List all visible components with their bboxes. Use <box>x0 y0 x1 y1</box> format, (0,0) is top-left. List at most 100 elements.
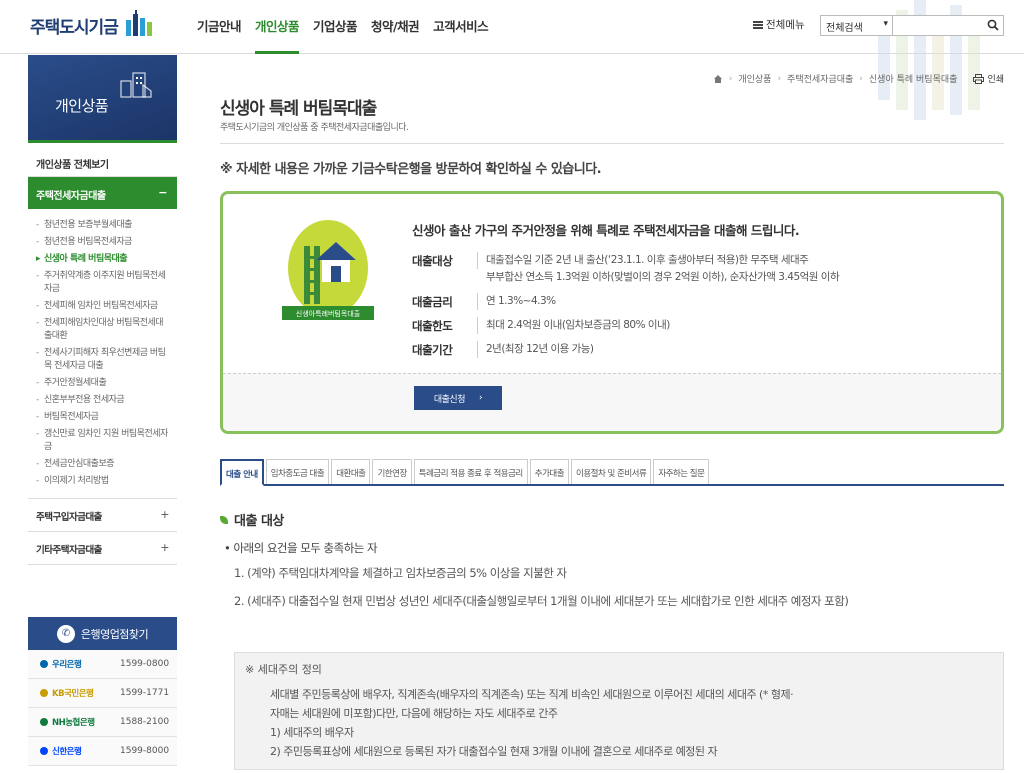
bank-name: KB국민은행 <box>40 687 120 699</box>
bank-row[interactable]: KB국민은행 1599-1771 <box>28 679 177 708</box>
search-input[interactable] <box>893 16 981 35</box>
print-icon <box>973 73 985 84</box>
info-row: 대출기간 2년(최장 12년 이용 가능) <box>412 341 839 358</box>
logo-text: 주택도시기금 <box>30 17 119 38</box>
tab-item[interactable]: 대환대출 <box>331 459 371 484</box>
visit-notice: ※ 자세한 내용은 가까운 기금수탁은행을 방문하여 확인하실 수 있습니다. <box>220 162 602 177</box>
sidebar-all-link[interactable]: 개인상품 전체보기 <box>28 143 177 177</box>
gnb-item[interactable]: 고객서비스 <box>433 16 489 54</box>
search-scope-select[interactable]: 전체검색 ▾ <box>820 15 893 36</box>
sidebar-sub-item[interactable]: 주거안정월세대출 <box>36 375 169 392</box>
sidebar-title: 개인상품 <box>55 97 109 115</box>
sidebar-category[interactable]: 기타주택자금대출 + <box>28 532 177 565</box>
bank-name-text: KB국민은행 <box>52 689 94 699</box>
info-row: 대출대상 대출접수일 기준 2년 내 출산(‘23.1.1. 이후 출생아부터 적… <box>412 252 840 286</box>
sidebar-sub-item[interactable]: 신혼부부전용 전세자금 <box>36 392 169 409</box>
sidebar-sub-item[interactable]: 버팀목전세자금 <box>36 409 169 426</box>
tab-item[interactable]: 추가대출 <box>529 459 570 484</box>
all-menu-label: 전체메뉴 <box>766 19 805 31</box>
product-headline: 신생아 출산 가구의 주거안정을 위해 특례로 주택전세자금을 대출해 드립니다… <box>412 223 800 238</box>
gnb-item[interactable]: 기업상품 <box>313 16 358 54</box>
expand-icon: + <box>160 508 169 521</box>
gnb-item[interactable]: 청약/채권 <box>371 16 420 54</box>
breadcrumb-item[interactable]: 신생아 특례 버팀목대출 <box>869 72 958 85</box>
bank-phone-number: 1599-8000 <box>120 746 170 756</box>
bank-name: 신한은행 <box>40 745 120 757</box>
tab-item[interactable]: 특례금리 적용 종료 후 적용금리 <box>413 459 528 484</box>
bank-row[interactable]: NH농협은행 1588-2100 <box>28 708 177 737</box>
print-button[interactable]: 인쇄 <box>973 72 1004 85</box>
search-box <box>893 15 1004 36</box>
info-row: 대출금리 연 1.3%~4.3% <box>412 293 839 310</box>
page-description: 주택도시기금의 개인상품 중 주택전세자금대출입니다. <box>220 123 409 133</box>
section-title: 대출 대상 <box>220 510 284 529</box>
bank-logo-icon <box>40 747 48 755</box>
breadcrumb-item[interactable]: 주택전세자금대출 <box>787 72 853 85</box>
info-label: 대출대상 <box>412 252 478 269</box>
requirement-intro: • 아래의 요건을 모두 충족하는 자 <box>224 541 378 555</box>
apply-loan-button[interactable]: 대출신청 › <box>414 386 502 410</box>
bank-finder-header[interactable]: ✆ 은행영업점찾기 <box>28 617 177 650</box>
requirement-item: 1. (계약) 주택임대차계약을 체결하고 임차보증금의 5% 이상을 지불한 … <box>234 566 567 580</box>
menu-icon <box>753 20 763 29</box>
gnb-item[interactable]: 기금안내 <box>197 16 242 54</box>
sidebar-category-active[interactable]: 주택전세자금대출 − <box>28 177 177 209</box>
sidebar-sub-item[interactable]: 전세사기피해자 최우선변제금 버팀목 전세자금 대출 <box>36 345 169 375</box>
sidebar-hero: 개인상품 <box>28 55 177 143</box>
all-menu-button[interactable]: 전체메뉴 <box>753 17 805 32</box>
search-scope-value: 전체검색 <box>826 23 863 34</box>
leaf-icon <box>220 515 228 524</box>
sidebar: 개인상품 개인상품 전체보기 주택전세자금대출 − 청년전용 보증부월세대출청년… <box>28 54 177 565</box>
bank-phone-number: 1599-1771 <box>120 688 170 698</box>
definition-line: 세대별 주민등록상에 배우자, 직계존속(배우자의 직계존속) 또는 직계 비속… <box>270 688 794 701</box>
householder-definition-box: ※ 세대주의 정의 세대별 주민등록상에 배우자, 직계존속(배우자의 직계존속… <box>234 652 1004 770</box>
divider <box>220 143 1004 144</box>
tab-item[interactable]: 대출 안내 <box>220 459 264 486</box>
expand-icon: + <box>160 541 169 554</box>
sidebar-category[interactable]: 주택구입자금대출 + <box>28 499 177 532</box>
sidebar-category-label: 주택구입자금대출 <box>36 512 102 523</box>
global-nav: 기금안내 개인상품 기업상품 청약/채권 고객서비스 <box>197 16 489 54</box>
site-logo[interactable]: 주택도시기금 <box>30 10 156 40</box>
definition-line: 1) 세대주의 배우자 <box>270 726 354 739</box>
product-summary-box: 신생아특례버팀목대출 신생아 출산 가구의 주거안정을 위해 특례로 주택전세자… <box>220 191 1004 434</box>
sidebar-sub-item[interactable]: 청년전용 보증부월세대출 <box>36 217 169 234</box>
tab-item[interactable]: 자주하는 질문 <box>653 459 710 484</box>
sidebar-sub-item[interactable]: 갱신만료 임차인 지원 버팀목전세자금 <box>36 426 169 456</box>
bank-logo-icon <box>40 718 48 726</box>
info-value-line: 2년(최장 12년 이용 가능) <box>486 343 594 355</box>
sidebar-sub-item[interactable]: 이의제기 처리방법 <box>36 473 169 490</box>
breadcrumb: › 개인상품 › 주택전세자금대출 › 신생아 특례 버팀목대출 인쇄 <box>713 72 1004 85</box>
info-label: 대출금리 <box>412 293 478 310</box>
sidebar-category-label: 주택전세자금대출 <box>36 191 106 202</box>
gnb-item[interactable]: 개인상품 <box>255 16 300 54</box>
home-icon[interactable] <box>713 74 723 84</box>
bank-phone-number: 1599-0800 <box>120 659 170 669</box>
search-icon[interactable] <box>987 19 999 31</box>
bank-name-text: 신한은행 <box>52 747 82 757</box>
chevron-right-icon: › <box>479 393 483 403</box>
bank-logo-icon <box>40 660 48 668</box>
info-value: 2년(최장 12년 이용 가능) <box>478 341 594 358</box>
definition-line: 자매는 세대원에 미포함)다만, 다음에 해당하는 자도 세대주로 간주 <box>270 707 558 720</box>
logo-mark-icon <box>125 10 152 36</box>
sidebar-sub-item[interactable]: 청년전용 버팀목전세자금 <box>36 234 169 251</box>
sidebar-sub-item[interactable]: 전세피해 임차인 버팀목전세자금 <box>36 298 169 315</box>
tab-item[interactable]: 임차중도금 대출 <box>265 459 330 484</box>
page-title: 신생아 특례 버팀목대출 <box>220 99 377 119</box>
bank-finder: ✆ 은행영업점찾기 우리은행 1599-0800 KB국민은행 1599-1771 NH… <box>28 617 177 766</box>
breadcrumb-item[interactable]: 개인상품 <box>738 72 771 85</box>
sidebar-sub-item[interactable]: 전세금안심대출보증 <box>36 456 169 473</box>
product-info-table: 대출대상 대출접수일 기준 2년 내 출산(‘23.1.1. 이후 출생아부터 적… <box>412 252 840 365</box>
bank-row[interactable]: 신한은행 1599-8000 <box>28 737 177 766</box>
tab-item[interactable]: 이용절차 및 준비서류 <box>571 459 652 484</box>
sidebar-sub-item[interactable]: 주거취약계층 이주지원 버팀목전세자금 <box>36 268 169 298</box>
bank-row[interactable]: 우리은행 1599-0800 <box>28 650 177 679</box>
sidebar-sub-item[interactable]: 신생아 특례 버팀목대출 <box>36 251 169 268</box>
tab-item[interactable]: 기한연장 <box>372 459 412 484</box>
bank-name: NH농협은행 <box>40 716 120 728</box>
print-label: 인쇄 <box>987 75 1004 85</box>
phone-icon: ✆ <box>56 624 75 643</box>
info-value-line: 최대 2.4억원 이내(임차보증금의 80% 이내) <box>486 319 670 331</box>
sidebar-sub-item[interactable]: 전세피해임차인대상 버팀목전세대출대환 <box>36 315 169 345</box>
